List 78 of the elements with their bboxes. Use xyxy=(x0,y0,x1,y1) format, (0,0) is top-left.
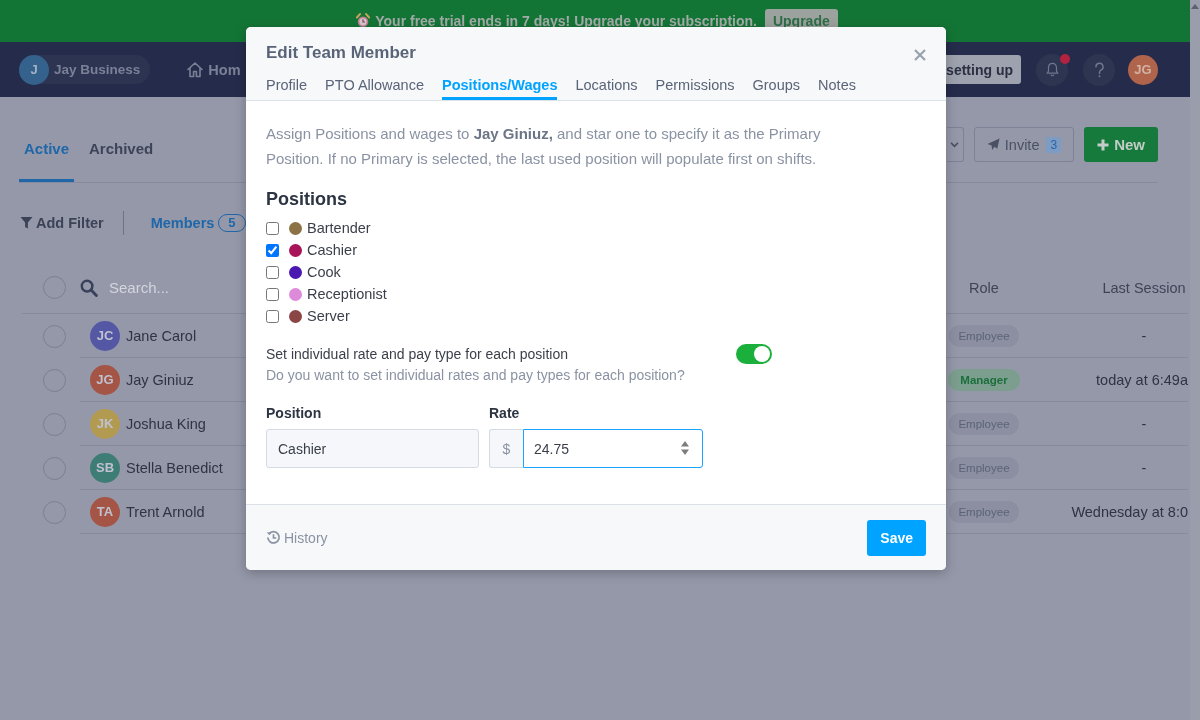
status-tab[interactable]: Archived xyxy=(84,140,159,182)
dialog-tab[interactable]: Locations xyxy=(575,76,638,100)
position-name: Cook xyxy=(307,264,341,280)
workspace-avatar: J xyxy=(19,54,49,85)
avatar: JK xyxy=(90,408,120,439)
trial-message: Your free trial ends in 7 days! Upgrade your subscription. xyxy=(375,13,757,29)
position-name: Bartender xyxy=(307,220,371,236)
intro-text: Assign Positions and wages to Jay Giniuz, and star one to specify it as the Primary Position. If no Primary is selected, the last used position will populate first on shifts. xyxy=(266,124,822,169)
row-select-checkbox[interactable] xyxy=(43,500,66,524)
position-checkbox[interactable] xyxy=(266,221,279,235)
dialog-tab[interactable]: Profile xyxy=(266,76,308,100)
toggle-switch[interactable] xyxy=(736,344,772,364)
new-button[interactable]: New xyxy=(1084,127,1158,162)
scrollbar[interactable] xyxy=(1190,0,1200,720)
invite-count: 3 xyxy=(1046,136,1062,153)
setting-label: Set individual rate and pay type for each position xyxy=(266,345,569,363)
members-filter[interactable]: Members 5 xyxy=(150,214,246,232)
paper-plane-icon xyxy=(986,138,1000,151)
scroll-up-arrow-icon[interactable] xyxy=(1191,4,1199,9)
caret-icon xyxy=(950,141,960,148)
rate-field[interactable]: 24.75 xyxy=(523,429,703,468)
position-name: Cashier xyxy=(307,242,357,258)
close-icon[interactable] xyxy=(914,49,926,61)
status-tab[interactable]: Active xyxy=(19,140,75,182)
member-name: Stella Benedict xyxy=(126,459,223,476)
member-name: Joshua King xyxy=(126,415,206,432)
position-field[interactable]: Cashier xyxy=(266,429,479,468)
dialog-title: Edit Team Member xyxy=(266,42,416,64)
workspace-switcher[interactable]: J Jay Business xyxy=(19,55,151,84)
avatar: SB xyxy=(90,452,120,483)
alarm-clock-icon xyxy=(356,12,371,28)
user-avatar[interactable]: JG xyxy=(1128,54,1158,85)
history-link[interactable]: History xyxy=(266,529,328,546)
position-checkbox[interactable] xyxy=(266,243,279,257)
field-label: Rate xyxy=(489,404,520,422)
position-checkbox[interactable] xyxy=(266,287,279,301)
avatar: JC xyxy=(90,320,120,351)
member-name: Trent Arnold xyxy=(126,503,205,520)
dialog-tab[interactable]: Notes xyxy=(818,76,856,100)
member-name: Jane Carol xyxy=(126,327,197,344)
bell-icon xyxy=(1045,62,1059,77)
member-name: Jay Giniuz xyxy=(126,371,194,388)
column-header: Last Session xyxy=(1102,279,1186,296)
dialog-tab[interactable]: Positions/Wages xyxy=(442,76,558,100)
position-checkbox[interactable] xyxy=(266,309,279,323)
field-label: Position xyxy=(266,404,322,422)
last-session-text: today at 6:49a xyxy=(1096,371,1188,388)
search-field[interactable]: Search... xyxy=(109,279,239,296)
home-link[interactable]: Hom xyxy=(186,61,241,78)
avatar: JG xyxy=(90,364,120,395)
dialog-tab[interactable]: Permissions xyxy=(655,76,735,100)
history-icon xyxy=(266,530,281,545)
role-tag: Manager xyxy=(948,368,1020,391)
help-button[interactable] xyxy=(1083,53,1115,86)
house-icon xyxy=(186,61,205,78)
position-name: Receptionist xyxy=(307,286,387,302)
question-mark-icon xyxy=(1093,61,1105,78)
last-session-text: - xyxy=(1141,459,1147,476)
currency-addon: $ xyxy=(489,429,523,468)
avatar: TA xyxy=(90,496,120,527)
last-session-text: - xyxy=(1141,327,1147,344)
add-filter-button[interactable]: Add Filter xyxy=(19,215,104,231)
invite-button[interactable]: Invite 3 xyxy=(973,127,1075,162)
save-button[interactable]: Save xyxy=(867,519,926,556)
positions-heading: Positions xyxy=(266,188,348,210)
column-header: Role xyxy=(969,279,999,296)
spinner-icon[interactable] xyxy=(680,439,690,457)
plus-icon xyxy=(1097,138,1110,151)
dialog-tab[interactable]: Groups xyxy=(752,76,801,100)
search-icon xyxy=(80,278,98,297)
dialog-tab[interactable]: PTO Allowance xyxy=(325,76,424,100)
notifications-button[interactable] xyxy=(1036,53,1068,86)
position-checkbox[interactable] xyxy=(266,265,279,279)
setting-hint: Do you want to set individual rates and pay types for each position? xyxy=(266,366,686,385)
last-session-text: Wednesday at 8:0 xyxy=(1071,503,1188,520)
funnel-icon xyxy=(20,216,33,230)
last-session-text: - xyxy=(1141,415,1147,432)
position-name: Server xyxy=(307,308,350,324)
